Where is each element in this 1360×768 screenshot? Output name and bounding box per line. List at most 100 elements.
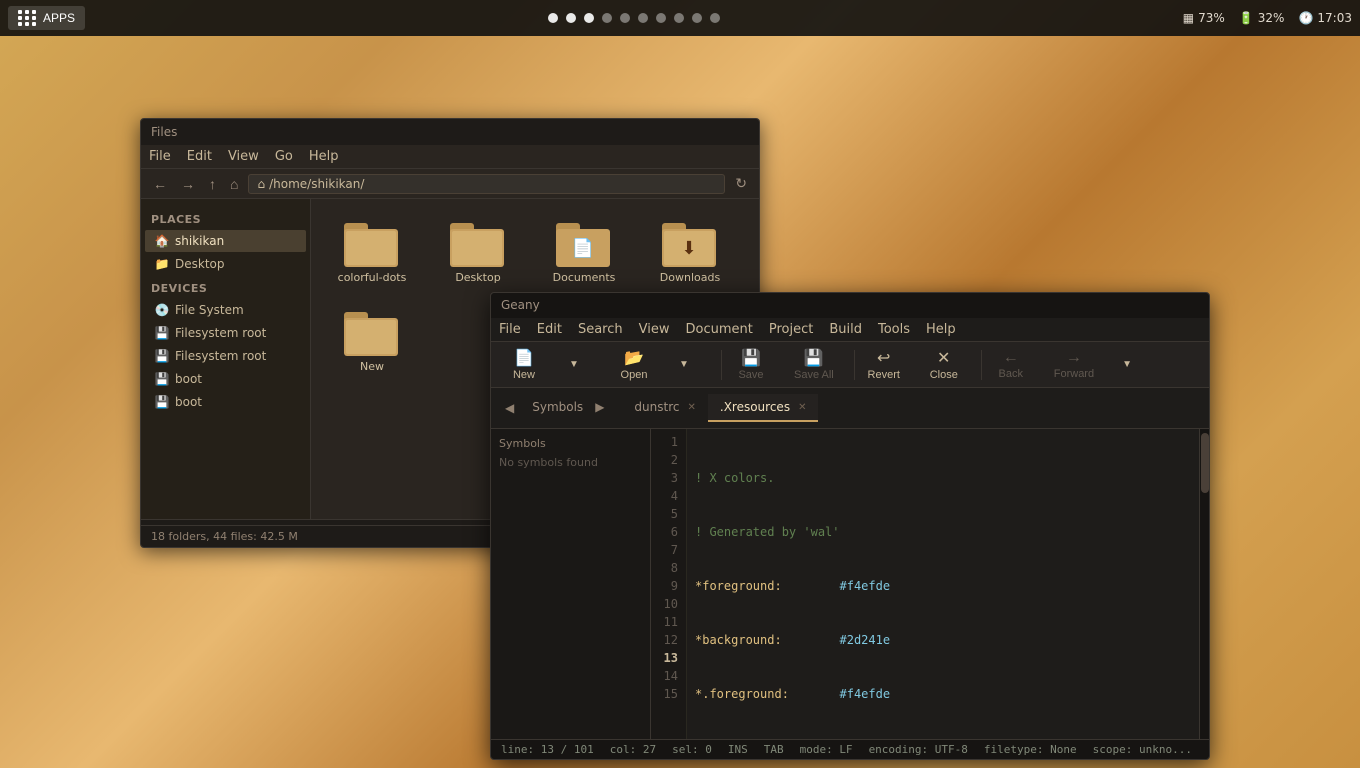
editor-menubar: File Edit Search View Document Project B… <box>491 318 1209 342</box>
tab-dunstrc-close[interactable]: ✕ <box>687 402 695 413</box>
open-icon: 📂 <box>624 348 644 368</box>
editor-menu-file[interactable]: File <box>499 322 521 337</box>
sidebar-item-fsroot1[interactable]: 💾 Filesystem root <box>145 322 306 344</box>
save-all-button[interactable]: 💾 Save All <box>786 346 842 383</box>
sidebar-item-filesystem[interactable]: 💿 File System <box>145 299 306 321</box>
save-label: Save <box>738 369 763 381</box>
line-num-12: 12 <box>659 631 678 649</box>
home-icon: 🏠 <box>155 234 169 248</box>
fm-menu-view[interactable]: View <box>228 149 259 164</box>
editor-menu-project[interactable]: Project <box>769 322 813 337</box>
fm-menu-go[interactable]: Go <box>275 149 293 164</box>
fm-up-button[interactable]: ↑ <box>205 174 220 194</box>
revert-icon: ↩ <box>877 348 890 368</box>
statusbar-sel: sel: 0 <box>672 743 712 756</box>
disk-icon-2: 💾 <box>155 326 169 340</box>
editor-menu-edit[interactable]: Edit <box>537 322 562 337</box>
symbols-toggle[interactable]: ◀ <box>499 395 520 421</box>
apps-button[interactable]: APPS <box>8 6 85 30</box>
workspace-dot-8[interactable] <box>674 13 684 23</box>
editor-menu-build[interactable]: Build <box>829 322 862 337</box>
editor-statusbar: line: 13 / 101 col: 27 sel: 0 INS TAB mo… <box>491 739 1209 759</box>
workspace-dot-2[interactable] <box>566 13 576 23</box>
code-line-5: *.foreground: #f4efde <box>695 685 1191 703</box>
file-item-colorful-dots[interactable]: colorful-dots <box>327 215 417 288</box>
forward-dropdown-button[interactable]: ▼ <box>1102 357 1152 372</box>
workspace-dot-1[interactable] <box>548 13 558 23</box>
code-content[interactable]: ! X colors. ! Generated by 'wal' *foregr… <box>687 429 1199 739</box>
save-button[interactable]: 💾 Save <box>726 346 776 383</box>
cpu-indicator: ▦ 73% <box>1183 11 1225 25</box>
open-dropdown-button[interactable]: ▼ <box>659 357 709 372</box>
tab-symbols-label: Symbols <box>532 400 583 414</box>
fm-refresh-button[interactable]: ↻ <box>731 173 751 194</box>
tab-xresources-close[interactable]: ✕ <box>798 402 806 413</box>
new-dropdown-button[interactable]: ▼ <box>549 357 599 372</box>
fm-sidebar: Places 🏠 shikikan 📁 Desktop Devices 💿 Fi… <box>141 199 311 519</box>
fm-forward-button[interactable]: → <box>177 174 199 194</box>
file-item-documents[interactable]: 📄 Documents <box>539 215 629 288</box>
editor-menu-help[interactable]: Help <box>926 322 956 337</box>
disk-icon-4: 💾 <box>155 372 169 386</box>
battery-icon: 🔋 <box>1239 11 1254 25</box>
line-num-4: 4 <box>659 487 678 505</box>
clock: 🕐 17:03 <box>1298 11 1352 25</box>
sidebar-item-boot2[interactable]: 💾 boot <box>145 391 306 413</box>
editor-menu-document[interactable]: Document <box>685 322 752 337</box>
workspace-dot-4[interactable] <box>602 13 612 23</box>
folder-icon-documents: 📄 <box>556 219 612 267</box>
sidebar-item-fsroot2[interactable]: 💾 Filesystem root <box>145 345 306 367</box>
file-item-new[interactable]: New <box>327 304 417 377</box>
fm-menu-file[interactable]: File <box>149 149 171 164</box>
close-button[interactable]: ✕ Close <box>919 346 969 383</box>
line-num-2: 2 <box>659 451 678 469</box>
fm-menu-edit[interactable]: Edit <box>187 149 212 164</box>
workspace-dot-10[interactable] <box>710 13 720 23</box>
fm-path-text: /home/shikikan/ <box>269 177 364 191</box>
fm-menu-help[interactable]: Help <box>309 149 339 164</box>
folder-icon-downloads: ⬇ <box>662 219 718 267</box>
fm-path-bar[interactable]: ⌂ /home/shikikan/ <box>248 174 725 194</box>
tab-xresources[interactable]: .Xresources ✕ <box>708 394 819 422</box>
workspace-dot-3[interactable] <box>584 13 594 23</box>
new-button[interactable]: 📄 New <box>499 346 549 383</box>
open-button[interactable]: 📂 Open <box>609 346 659 383</box>
file-item-desktop[interactable]: Desktop <box>433 215 523 288</box>
workspace-dot-7[interactable] <box>656 13 666 23</box>
sidebar-label-boot2: boot <box>175 395 202 409</box>
workspace-dot-9[interactable] <box>692 13 702 23</box>
file-label-colorful-dots: colorful-dots <box>338 271 407 284</box>
forward-dropdown-icon: ▼ <box>1122 359 1132 370</box>
statusbar-tab: TAB <box>764 743 784 756</box>
fm-menubar: File Edit View Go Help <box>141 145 759 169</box>
editor-scrollbar[interactable] <box>1199 429 1209 739</box>
editor-menu-view[interactable]: View <box>639 322 670 337</box>
sidebar-label-desktop: Desktop <box>175 257 225 271</box>
sidebar-item-desktop[interactable]: 📁 Desktop <box>145 253 306 275</box>
editor-menu-tools[interactable]: Tools <box>878 322 910 337</box>
sidebar-item-shikikan[interactable]: 🏠 shikikan <box>145 230 306 252</box>
statusbar-col: col: 27 <box>610 743 656 756</box>
workspace-dot-6[interactable] <box>638 13 648 23</box>
apps-grid-icon <box>18 10 37 26</box>
editor-menu-search[interactable]: Search <box>578 322 623 337</box>
code-line-3: *foreground: #f4efde <box>695 577 1191 595</box>
battery-indicator: 🔋 32% <box>1239 11 1285 25</box>
fm-back-button[interactable]: ← <box>149 174 171 194</box>
line-num-3: 3 <box>659 469 678 487</box>
line-num-15: 15 <box>659 685 678 703</box>
tab-symbols[interactable]: Symbols ▶ <box>520 388 622 428</box>
workspace-dot-5[interactable] <box>620 13 630 23</box>
clock-icon: 🕐 <box>1298 11 1313 25</box>
tab-dunstrc[interactable]: dunstrc ✕ <box>622 394 707 422</box>
forward-button[interactable]: → Forward <box>1046 347 1102 382</box>
file-item-downloads[interactable]: ⬇ Downloads <box>645 215 735 288</box>
statusbar-line: line: 13 / 101 <box>501 743 594 756</box>
scrollbar-thumb[interactable] <box>1201 433 1209 493</box>
file-label-new: New <box>360 360 384 373</box>
new-label: New <box>513 369 535 381</box>
sidebar-item-boot1[interactable]: 💾 boot <box>145 368 306 390</box>
back-button[interactable]: ← Back <box>986 347 1036 382</box>
fm-home-button[interactable]: ⌂ <box>226 174 242 194</box>
revert-button[interactable]: ↩ Revert <box>859 346 909 383</box>
